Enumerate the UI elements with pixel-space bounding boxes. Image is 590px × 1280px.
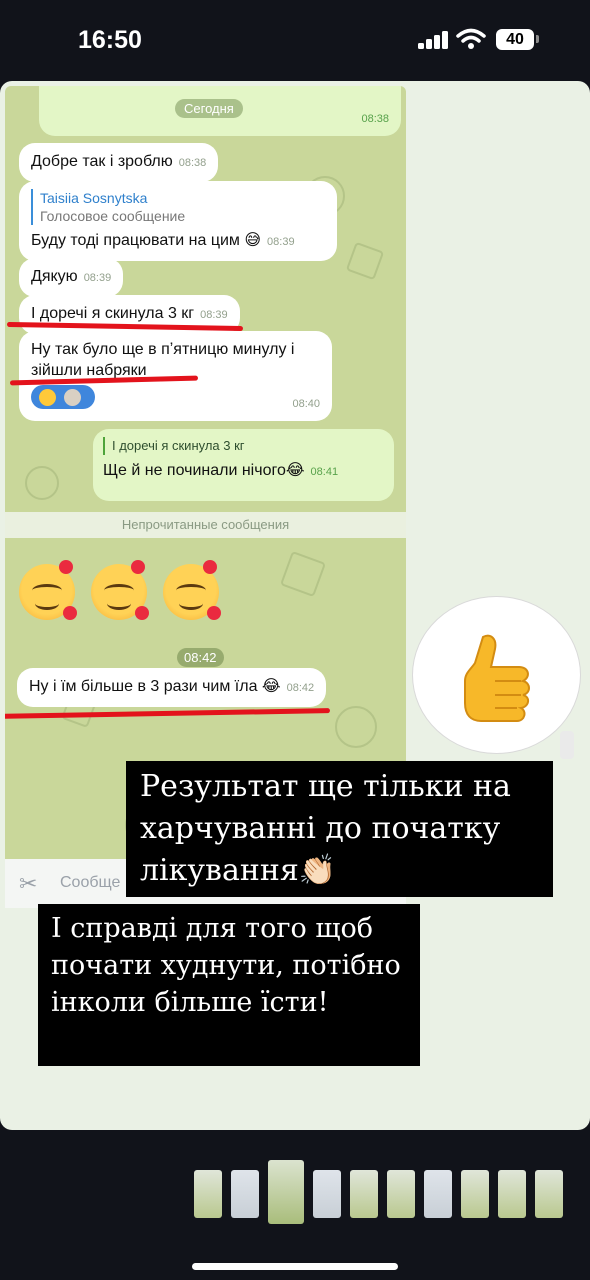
- thumbs-up-icon: [464, 634, 530, 722]
- reply-text: Голосовое сообщение: [40, 208, 186, 224]
- doodle: [25, 466, 59, 500]
- message-text: Ще й не починали нічого😂: [103, 462, 305, 479]
- message-time: 08:41: [310, 466, 339, 478]
- battery-nub: [536, 35, 539, 43]
- chat-screenshot: 08:38 Сегодня Добре так і зроблю 08:38 Ta…: [5, 86, 406, 859]
- story-thumbnail[interactable]: [387, 1170, 415, 1218]
- story-thumbnail[interactable]: [231, 1170, 259, 1218]
- heart-icon: [135, 606, 149, 620]
- outgoing-bubble: І доречі я скинула 3 кг Ще й не починали…: [93, 429, 394, 501]
- message-time: 08:42: [286, 682, 315, 694]
- story-thumbnail[interactable]: [461, 1170, 489, 1218]
- story-thumbnail[interactable]: [498, 1170, 526, 1218]
- story-thumbnail[interactable]: [424, 1170, 452, 1218]
- heart-icon: [207, 606, 221, 620]
- paperclip-icon[interactable]: ✂: [19, 871, 37, 897]
- message-text: Ну і їм більше в 3 рази чим їла 😂: [29, 678, 281, 695]
- message-bubble: Ну і їм більше в 3 рази чим їла 😂 08:42: [17, 668, 327, 707]
- heart-icon: [131, 560, 145, 574]
- battery-icon: 40: [496, 29, 534, 50]
- message-text: Ну так було ще в пʼятницю минулу і зійшл…: [31, 341, 295, 379]
- sticker-shadow: [560, 731, 574, 759]
- reply-quote: І доречі я скинула 3 кг: [103, 437, 384, 455]
- message-bubble: Дякую 08:39: [19, 258, 124, 297]
- message-time: 08:40: [292, 398, 320, 410]
- reply-author: Taisiia Sosnytska: [40, 190, 148, 206]
- message-time: 08:39: [267, 236, 295, 248]
- reply-text: І доречі я скинула 3 кг: [112, 438, 245, 453]
- message-time: 08:39: [83, 272, 112, 284]
- message-input[interactable]: Сообще: [60, 874, 120, 892]
- story-card: 08:38 Сегодня Добре так і зроблю 08:38 Ta…: [0, 81, 590, 1130]
- message-text: Дякую: [31, 268, 78, 285]
- thumbs-up-reaction-icon: [39, 388, 56, 406]
- status-bar: 16:50 40: [0, 0, 590, 80]
- story-thumbnail[interactable]: [313, 1170, 341, 1218]
- emoji-message-time: 08:42: [177, 648, 224, 667]
- heart-icon: [203, 560, 217, 574]
- message-bubble: Добре так і зроблю 08:38: [19, 143, 219, 182]
- unread-divider: Непрочитанные сообщения: [5, 512, 406, 538]
- avatar: [64, 388, 81, 406]
- doodle: [345, 241, 385, 281]
- red-underline: [5, 708, 331, 719]
- reply-quote: Taisiia Sosnytska Голосовое сообщение: [31, 189, 325, 225]
- heart-icon: [63, 606, 77, 620]
- message-bubble-reply: Taisiia Sosnytska Голосовое сообщение Бу…: [19, 181, 337, 261]
- signal-icon: [418, 31, 450, 49]
- reaction-pill[interactable]: [31, 385, 95, 409]
- message-time: 08:39: [200, 309, 228, 321]
- home-indicator[interactable]: [192, 1263, 398, 1270]
- story-caption-result: Результат ще тільки на харчуванні до поч…: [126, 761, 553, 897]
- message-text: Буду тоді працювати на цим 😅: [31, 232, 262, 249]
- story-thumbnail[interactable]: [350, 1170, 378, 1218]
- doodle: [335, 706, 377, 748]
- message-time: 08:38: [178, 157, 207, 169]
- heart-icon: [59, 560, 73, 574]
- message-text: І доречі я скинула 3 кг: [31, 305, 195, 322]
- date-label: Сегодня: [175, 99, 243, 118]
- message-text: Добре так і зроблю: [31, 153, 173, 170]
- story-thumbnail[interactable]: [194, 1170, 222, 1218]
- wifi-icon: [456, 28, 486, 49]
- story-thumbnail-active[interactable]: [268, 1160, 304, 1224]
- status-time: 16:50: [78, 26, 142, 54]
- story-thumbnail[interactable]: [535, 1170, 563, 1218]
- message-time: 08:38: [361, 113, 389, 125]
- story-caption-advice: І справді для того щоб почати худнути, п…: [38, 904, 420, 1066]
- doodle: [279, 550, 327, 598]
- story-thumbnails: [194, 1160, 563, 1224]
- reactions-row: [31, 385, 320, 409]
